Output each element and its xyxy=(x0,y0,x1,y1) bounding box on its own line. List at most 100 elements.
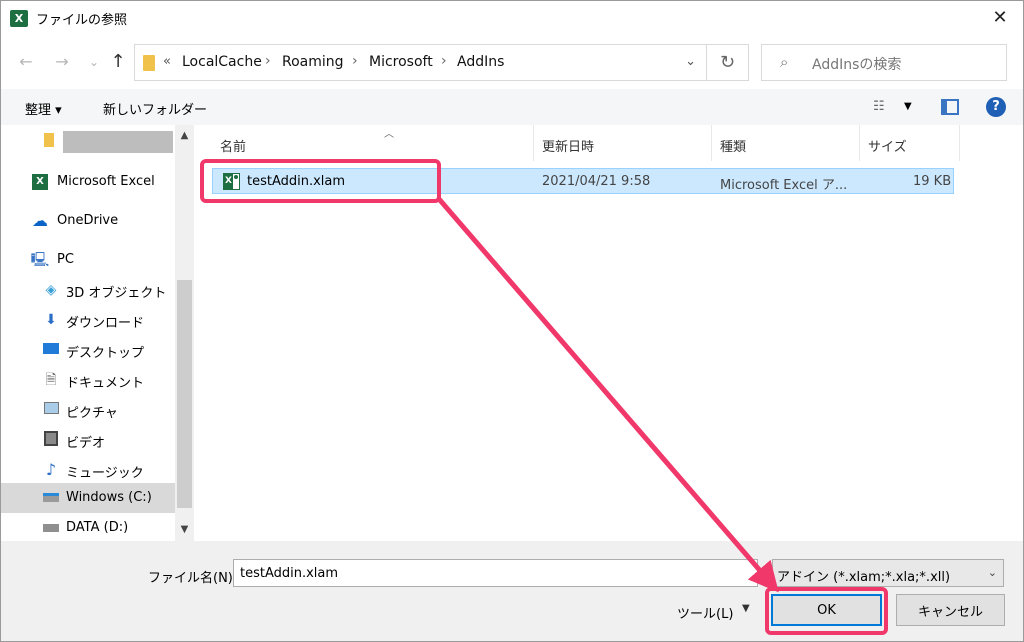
sidebar-item-label: ドキュメント xyxy=(66,376,145,391)
sidebar-item-label: Windows (C:) xyxy=(66,490,152,505)
drive-icon xyxy=(41,519,61,537)
sidebar-item-label: DATA (D:) xyxy=(66,520,129,535)
excel-addin-file-icon xyxy=(223,173,240,190)
navigation-pane: X Microsoft Excel ☁ OneDrive 🖳 PC ◈ 3D オ… xyxy=(1,125,194,541)
sidebar-item-3d-objects[interactable]: ◈ 3D オブジェクト xyxy=(1,275,175,305)
document-icon: 🗎 xyxy=(45,372,57,388)
computer-icon: 🖳 xyxy=(30,252,50,268)
chevron-down-icon[interactable]: ⌄ xyxy=(685,54,696,69)
breadcrumb-overflow[interactable]: « xyxy=(163,54,171,69)
navigation-bar: ← → ⌄ ↑ « LocalCache › Roaming › Microso… xyxy=(1,43,1023,83)
column-header-label: サイズ xyxy=(868,140,907,155)
breadcrumb-microsoft[interactable]: Microsoft xyxy=(369,54,433,70)
scroll-up-icon[interactable]: ▲ xyxy=(175,127,194,145)
sidebar-item-label: 3D オブジェクト xyxy=(66,286,167,301)
sidebar-item-desktop[interactable]: デスクトップ xyxy=(1,335,175,365)
redacted-label xyxy=(63,131,173,153)
forward-button[interactable]: → xyxy=(51,51,73,73)
filename-label: ファイル名(N): xyxy=(148,571,238,586)
sidebar-item-microsoft-excel[interactable]: X Microsoft Excel xyxy=(1,167,175,197)
file-type: Microsoft Excel ア... xyxy=(720,178,848,193)
cancel-button[interactable]: キャンセル xyxy=(896,594,1005,626)
sidebar-item-label: ダウンロード xyxy=(66,316,145,331)
sidebar-item-label: Microsoft Excel xyxy=(57,174,155,189)
sidebar-item-downloads[interactable]: ⬇ ダウンロード xyxy=(1,305,175,335)
cloud-icon: ☁ xyxy=(32,211,48,230)
view-options-icon[interactable]: ☷ xyxy=(873,99,891,115)
column-header-label: 更新日時 xyxy=(542,140,595,155)
command-bar: 整理 ▾ 新しいフォルダー ☷ ▼ ? xyxy=(1,89,1023,125)
column-header-label: 名前 xyxy=(220,140,247,155)
desktop-icon xyxy=(41,341,61,359)
sidebar-item-windows-c[interactable]: Windows (C:) xyxy=(1,483,175,513)
excel-app-icon: X xyxy=(10,10,28,27)
sidebar-item-label: ビデオ xyxy=(66,436,106,451)
sidebar-item-videos[interactable]: ビデオ xyxy=(1,425,175,455)
breadcrumb-roaming[interactable]: Roaming xyxy=(282,54,344,70)
recent-locations-button[interactable]: ⌄ xyxy=(83,51,105,73)
video-icon xyxy=(41,431,61,449)
sidebar-item-pictures[interactable]: ピクチャ xyxy=(1,395,175,425)
breadcrumb-addins[interactable]: AddIns xyxy=(457,54,504,70)
column-header-size[interactable]: サイズ xyxy=(860,125,960,161)
folder-icon xyxy=(143,55,155,71)
sidebar-item-data-d[interactable]: DATA (D:) xyxy=(1,513,175,541)
address-bar[interactable]: « LocalCache › Roaming › Microsoft › Add… xyxy=(134,44,707,81)
up-button[interactable]: ↑ xyxy=(107,51,129,73)
new-folder-button[interactable]: 新しいフォルダー xyxy=(103,99,207,118)
search-icon: ⌕ xyxy=(780,53,789,71)
picture-icon xyxy=(41,401,61,419)
chevron-right-icon: › xyxy=(441,53,447,69)
ok-button[interactable]: OK xyxy=(771,594,882,626)
preview-pane-icon[interactable] xyxy=(941,99,959,115)
search-placeholder: AddInsの検索 xyxy=(812,57,902,73)
organize-button[interactable]: 整理 ▾ xyxy=(25,99,62,118)
breadcrumb-localcache[interactable]: LocalCache xyxy=(182,54,262,70)
sidebar-item-hidden-folder[interactable] xyxy=(1,127,175,157)
file-type-value: アドイン (*.xlam;*.xla;*.xll) xyxy=(777,570,951,585)
folder-icon xyxy=(39,133,59,151)
sidebar-item-label: PC xyxy=(57,252,74,267)
chevron-right-icon: › xyxy=(352,53,358,69)
scroll-thumb[interactable] xyxy=(177,280,192,508)
column-header-modified[interactable]: 更新日時 xyxy=(534,125,712,161)
chevron-right-icon: › xyxy=(265,53,271,69)
tools-button[interactable]: ツール(L) xyxy=(677,603,733,622)
up-arrow-icon: ↑ xyxy=(110,51,126,72)
back-arrow-icon: ← xyxy=(19,52,33,71)
scroll-down-icon[interactable]: ▼ xyxy=(175,521,194,539)
column-header-label: 種類 xyxy=(720,140,747,155)
drive-icon xyxy=(41,489,61,507)
back-button[interactable]: ← xyxy=(15,51,37,73)
download-icon: ⬇ xyxy=(45,312,57,328)
sidebar-item-documents[interactable]: 🗎 ドキュメント xyxy=(1,365,175,395)
excel-icon: X xyxy=(32,174,48,190)
dialog-footer: ファイル名(N): アドイン (*.xlam;*.xla;*.xll) ⌄ ツー… xyxy=(1,541,1023,641)
tools-dropdown-icon[interactable]: ▼ xyxy=(742,603,750,614)
sidebar-item-label: デスクトップ xyxy=(66,346,145,361)
sidebar-item-pc[interactable]: 🖳 PC xyxy=(1,245,175,275)
music-icon: ♪ xyxy=(45,460,57,479)
file-name: testAddin.xlam xyxy=(247,174,346,189)
table-row[interactable]: testAddin.xlam 2021/04/21 9:58 Microsoft… xyxy=(212,168,954,194)
refresh-button[interactable]: ↻ xyxy=(707,44,749,81)
title-bar: X ファイルの参照 ✕ xyxy=(1,1,1023,35)
chevron-down-icon: ⌄ xyxy=(987,566,997,579)
help-icon[interactable]: ? xyxy=(986,97,1006,117)
sidebar-scrollbar[interactable]: ▲ ▼ xyxy=(175,125,194,541)
sidebar-item-label: ピクチャ xyxy=(66,406,118,421)
close-icon: ✕ xyxy=(992,7,1008,28)
file-type-select[interactable]: アドイン (*.xlam;*.xla;*.xll) ⌄ xyxy=(772,559,1004,587)
filename-input[interactable] xyxy=(233,559,758,587)
sidebar-item-label: ミュージック xyxy=(66,466,144,481)
column-header-type[interactable]: 種類 xyxy=(712,125,860,161)
close-button[interactable]: ✕ xyxy=(977,1,1023,35)
sort-ascending-icon: ︿ xyxy=(384,129,394,140)
sidebar-item-onedrive[interactable]: ☁ OneDrive xyxy=(1,206,175,236)
search-box[interactable]: ⌕ AddInsの検索 xyxy=(761,44,1007,81)
file-list: 名前 ︿ 更新日時 種類 サイズ testAddin.xlam 2021/04/… xyxy=(194,125,1023,541)
sidebar-item-music[interactable]: ♪ ミュージック xyxy=(1,455,175,485)
view-dropdown-chevron-icon[interactable]: ▼ xyxy=(904,101,912,112)
column-header-name[interactable]: 名前 ︿ xyxy=(212,125,534,161)
refresh-icon: ↻ xyxy=(719,52,736,73)
